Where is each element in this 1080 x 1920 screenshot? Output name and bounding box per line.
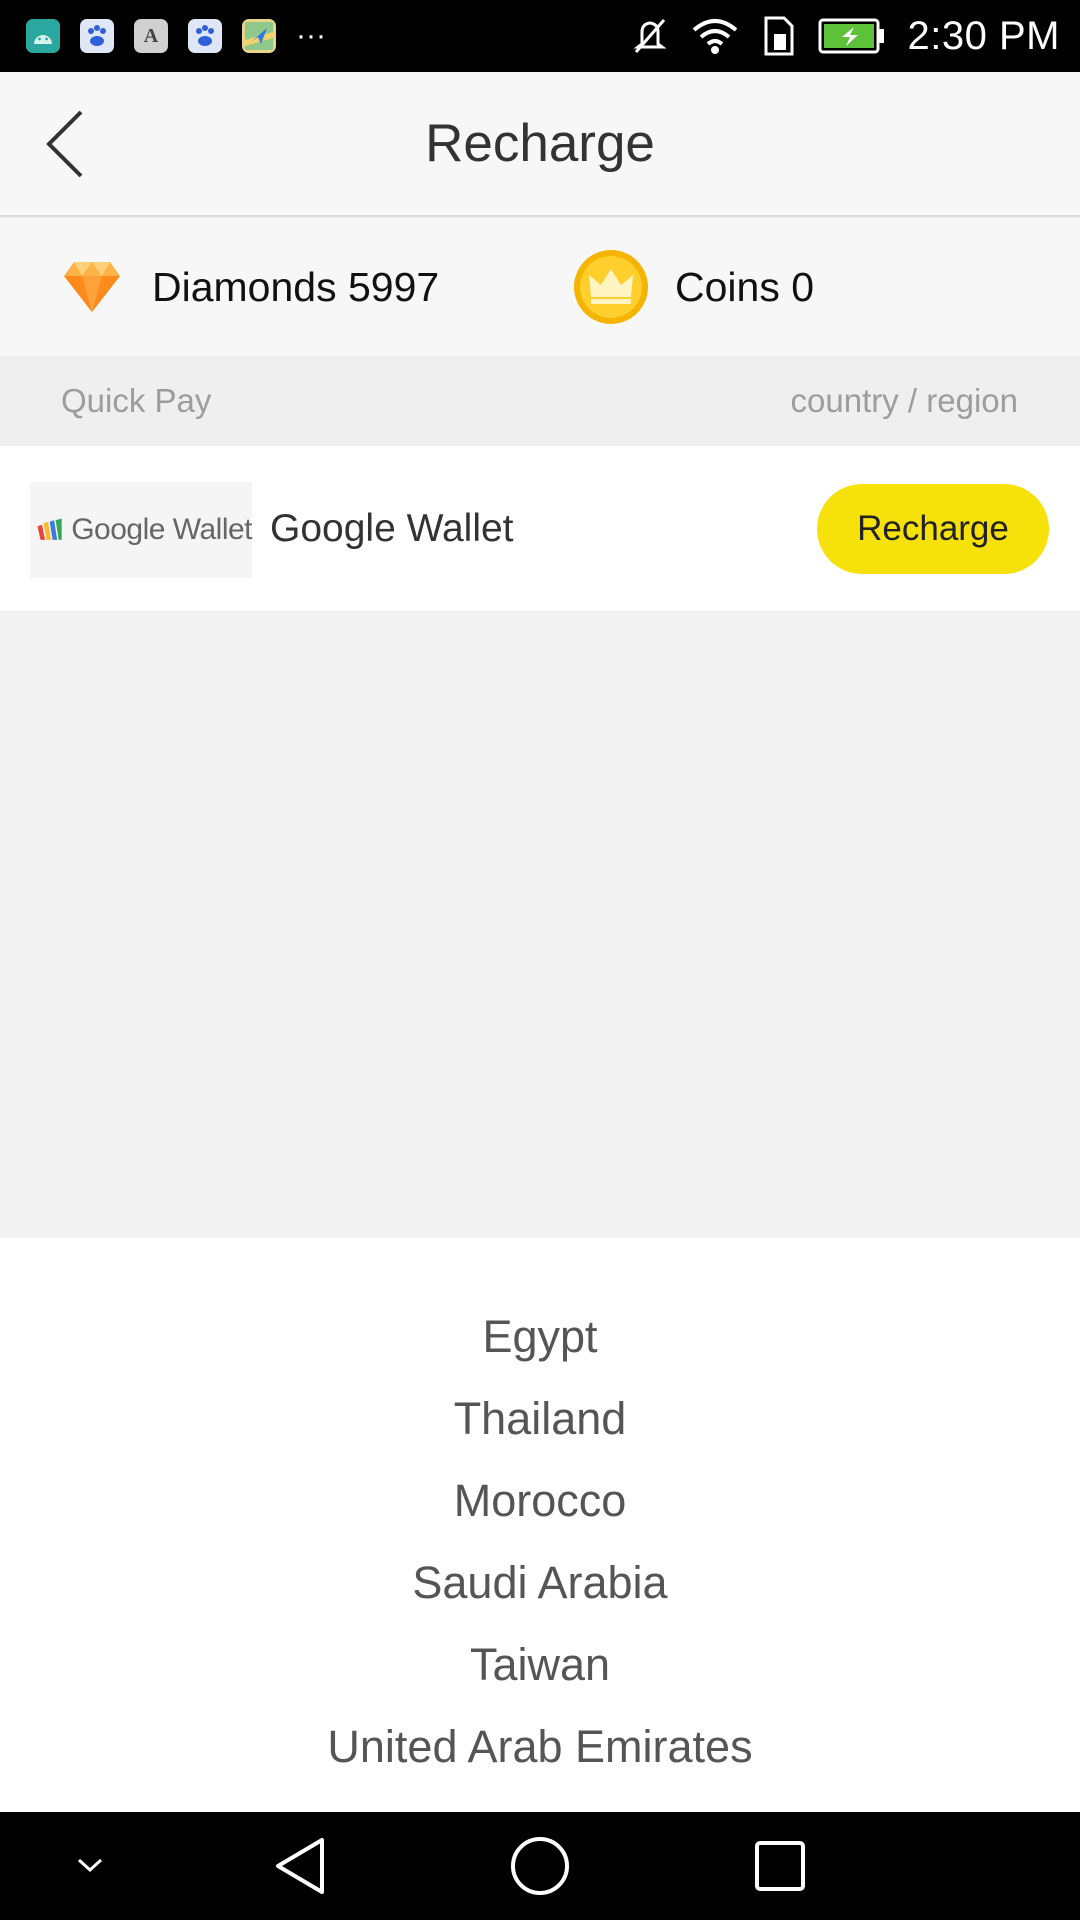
google-wallet-icon xyxy=(37,518,62,540)
google-wallet-logo: Google Wallet xyxy=(30,482,252,578)
diamonds-balance: Diamonds 5997 xyxy=(62,260,439,314)
baidu-icon xyxy=(188,19,222,53)
country-option[interactable]: Saudi Arabia xyxy=(0,1542,1080,1624)
diamonds-label: Diamonds 5997 xyxy=(152,263,440,310)
payment-method-row[interactable]: Google Wallet Google Wallet Recharge xyxy=(0,446,1080,611)
battery-icon xyxy=(818,18,884,54)
quick-pay-label: Quick Pay xyxy=(61,382,212,419)
recharge-screen: A ··· 2:30 PM Recharge Diamonds 5997 Coi… xyxy=(0,0,1080,1920)
system-nav-bar xyxy=(0,1812,1080,1920)
status-time: 2:30 PM xyxy=(907,13,1060,58)
circle-home-icon xyxy=(511,1837,569,1895)
coins-label: Coins 0 xyxy=(675,263,815,310)
mute-icon xyxy=(633,19,667,53)
status-bar: A ··· 2:30 PM xyxy=(0,0,1080,72)
overflow-indicator: ··· xyxy=(296,19,326,52)
back-button[interactable] xyxy=(30,104,100,184)
nav-back-button[interactable] xyxy=(260,1812,340,1920)
maps-icon xyxy=(242,19,276,53)
chevron-left-icon xyxy=(46,110,83,178)
chevron-down-icon xyxy=(77,1858,103,1873)
coins-balance: Coins 0 xyxy=(573,249,814,325)
recharge-button[interactable]: Recharge xyxy=(817,484,1049,574)
country-option[interactable]: United Arab Emirates xyxy=(0,1706,1080,1788)
app-header: Recharge xyxy=(0,72,1080,217)
country-option[interactable]: Thailand xyxy=(0,1378,1080,1460)
balance-row: Diamonds 5997 Coins 0 xyxy=(0,218,1080,356)
square-recents-icon xyxy=(755,1841,805,1891)
baidu-icon xyxy=(80,19,114,53)
page-title: Recharge xyxy=(425,114,655,173)
country-option[interactable]: Egypt xyxy=(0,1296,1080,1378)
nav-home-button[interactable] xyxy=(500,1812,580,1920)
wifi-icon xyxy=(692,19,737,54)
sim-icon xyxy=(764,16,794,56)
wallet-logo-text: Google Wallet xyxy=(71,513,252,546)
crown-coin-icon xyxy=(574,250,648,324)
quick-pay-section-header: Quick Pay country / region xyxy=(0,356,1080,446)
system-indicators: 2:30 PM xyxy=(632,14,1060,59)
country-region-selector[interactable]: country / region xyxy=(791,382,1018,420)
notification-icons: A ··· xyxy=(26,19,326,53)
font-a-icon: A xyxy=(134,19,168,53)
diamond-icon xyxy=(64,262,120,312)
triangle-back-icon xyxy=(276,1838,324,1894)
android-icon xyxy=(26,19,60,53)
hide-nav-button[interactable] xyxy=(60,1812,120,1920)
country-option[interactable]: Morocco xyxy=(0,1460,1080,1542)
country-picker[interactable]: Egypt Thailand Morocco Saudi Arabia Taiw… xyxy=(0,1238,1080,1812)
nav-recents-button[interactable] xyxy=(740,1812,820,1920)
payment-method-name: Google Wallet xyxy=(270,506,514,550)
country-option[interactable]: Taiwan xyxy=(0,1624,1080,1706)
